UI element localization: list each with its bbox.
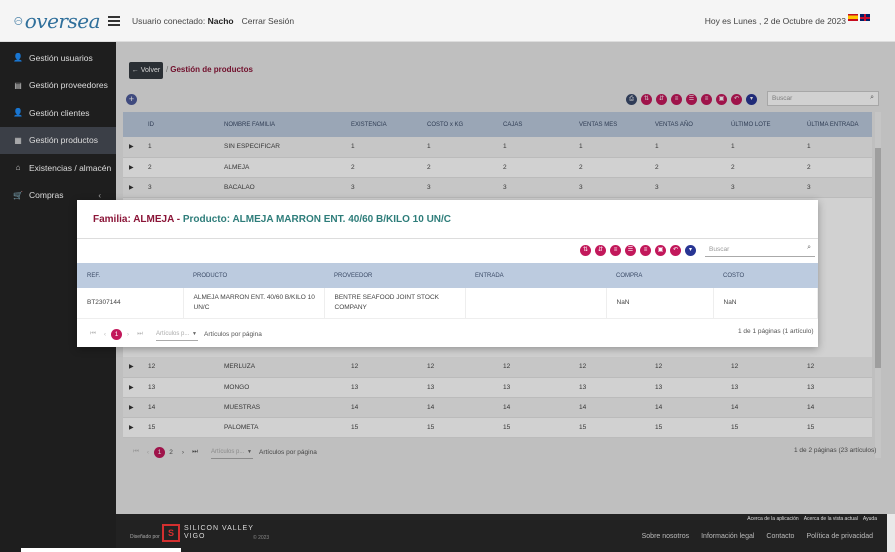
footer-link[interactable]: Acerca de la aplicación (747, 516, 798, 522)
hamburger-menu-icon[interactable] (108, 15, 120, 26)
col-header[interactable]: COMPRA (606, 263, 713, 288)
chevron-down-icon: ▼ (192, 330, 197, 337)
footer-link[interactable]: Acerca de la vista actual (804, 516, 858, 522)
footer-top-links: Acerca de la aplicación Acerca de la vis… (747, 516, 877, 522)
boxes-icon: ▦ (14, 135, 22, 145)
logout-link[interactable]: Cerrar Sesión (242, 16, 294, 26)
globe-logo-icon (14, 16, 23, 25)
sidebar-item-label: Existencias / almacén (29, 162, 112, 173)
entries-table: REF. PRODUCTO PROVEEDOR ENTRADA COMPRA C… (77, 263, 818, 319)
prev-page-icon[interactable]: ‹ (99, 331, 111, 338)
search-icon: ⌕ (807, 244, 811, 251)
col-header[interactable]: PRODUCTO (183, 263, 324, 288)
last-page-icon[interactable]: ⏭ (134, 330, 146, 338)
warehouse-icon: ⌂ (15, 163, 21, 173)
chevron-left-icon: ‹ (98, 190, 101, 200)
sidebar-item-usuarios[interactable]: 👤 Gestión usuarios (0, 44, 116, 72)
cart-icon: 🛒 (13, 190, 23, 200)
logo-text: oversea (24, 8, 101, 33)
sort-alt-icon[interactable]: ⇵ (595, 245, 606, 256)
user-plus-icon: 👤 (13, 108, 23, 118)
divider (77, 238, 818, 239)
footer-links: Sobre nosotros Información legal Contact… (642, 533, 873, 540)
copyright-year: © 2023 (253, 535, 270, 541)
col-header[interactable]: COSTO (713, 263, 818, 288)
col-header[interactable]: ENTRADA (465, 263, 606, 288)
right-strip (887, 514, 895, 552)
user-name: Nacho (207, 15, 234, 26)
english-flag-icon[interactable] (860, 14, 870, 21)
col-header[interactable]: REF. (77, 263, 183, 288)
modal-search-input[interactable]: Buscar ⌕ (705, 242, 815, 257)
silicon-valley-logo[interactable]: S SILICON VALLEY VIGO (162, 524, 254, 542)
modal-toolbar: ⇅ ⇵ ≡ ☰ ≡ ▣ ↶ ▾ (580, 245, 696, 256)
building-icon: ▤ (14, 80, 22, 90)
list-icon[interactable]: ☰ (625, 245, 636, 256)
designed-by: Diseñado por (130, 534, 160, 540)
sidebar-item-label: Gestión productos (29, 135, 98, 146)
connected-user: Usuario conectado: Nacho (132, 16, 234, 26)
save-icon[interactable]: ▣ (655, 245, 666, 256)
footer-link[interactable]: Política de privacidad (806, 533, 873, 540)
first-page-icon[interactable]: ⏮ (87, 330, 99, 338)
top-bar: oversea Usuario conectado: Nacho Cerrar … (0, 0, 895, 42)
menu-icon[interactable]: ≡ (640, 245, 651, 256)
page-info: 1 de 1 páginas (1 artículo) (738, 328, 814, 335)
sidebar-item-existencias[interactable]: ⌂ Existencias / almacén (0, 154, 116, 182)
col-header[interactable]: PROVEEDOR (324, 263, 465, 288)
current-date: Hoy es Lunes , 2 de Octubre de 2023 (704, 15, 846, 26)
footer-link[interactable]: Contacto (766, 533, 794, 540)
table-row[interactable]: BT2307144 ALMEJA MARRON ENT. 40/60 B/KIL… (77, 288, 818, 319)
oversea-logo[interactable]: oversea (0, 0, 101, 42)
modal-pager: ⏮ ‹ 1 › ⏭ Artículos p... ▼ Artículos por… (87, 327, 262, 341)
footer: Acerca de la aplicación Acerca de la vis… (116, 514, 887, 552)
sv-logo-icon: S (162, 524, 180, 542)
modal-title: Familia: ALMEJA - Producto: ALMEJA MARRO… (93, 214, 452, 225)
page-button[interactable]: 1 (111, 328, 122, 340)
language-flags (848, 14, 870, 21)
spanish-flag-icon[interactable] (848, 14, 858, 21)
sidebar-item-label: Gestión usuarios (29, 52, 93, 63)
product-detail-modal: Familia: ALMEJA - Producto: ALMEJA MARRO… (77, 200, 818, 347)
sidebar-item-label: Gestión proveedores (29, 80, 108, 91)
sidebar-item-proveedores[interactable]: ▤ Gestión proveedores (0, 72, 116, 100)
footer-link[interactable]: Ayuda (863, 516, 877, 522)
sidebar-item-clientes[interactable]: 👤 Gestión clientes (0, 99, 116, 127)
per-page-select[interactable]: Artículos p... ▼ (156, 327, 198, 341)
per-page-label: Artículos por página (204, 330, 262, 338)
dropdown-icon[interactable]: ▾ (685, 245, 696, 256)
user-plus-icon: 👤 (13, 53, 23, 63)
footer-link[interactable]: Información legal (701, 533, 754, 540)
undo-icon[interactable]: ↶ (670, 245, 681, 256)
bottom-strip (21, 548, 181, 552)
filter-icon[interactable]: ≡ (610, 245, 621, 256)
sidebar-item-label: Compras (29, 190, 64, 201)
sort-icon[interactable]: ⇅ (580, 245, 591, 256)
footer-link[interactable]: Sobre nosotros (642, 533, 689, 540)
user-prefix: Usuario conectado: (132, 15, 206, 26)
sidebar-item-productos[interactable]: ▦ Gestión productos (0, 126, 116, 154)
sidebar-item-label: Gestión clientes (29, 107, 90, 118)
next-page-icon[interactable]: › (122, 331, 134, 338)
